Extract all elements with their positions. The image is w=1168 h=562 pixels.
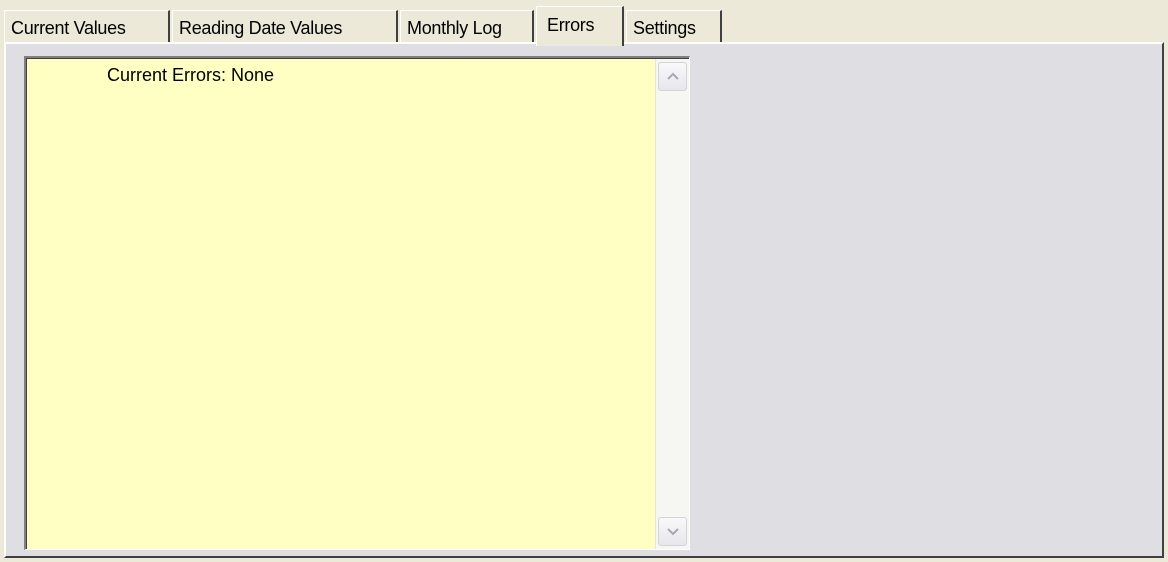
current-errors-text: Current Errors: None — [107, 65, 275, 85]
tab-reading-date-values[interactable]: Reading Date Values — [172, 10, 398, 44]
tab-settings[interactable]: Settings — [626, 10, 722, 44]
scroll-up-button[interactable] — [658, 62, 687, 91]
tab-current-values[interactable]: Current Values — [4, 10, 170, 44]
errors-text-area[interactable]: Current Errors: None — [24, 56, 690, 550]
chevron-up-icon — [667, 72, 679, 80]
tab-strip: Current Values Reading Date Values Month… — [4, 4, 1164, 46]
errors-text-area-inner: Current Errors: None — [26, 58, 689, 549]
tab-errors[interactable]: Errors — [536, 6, 624, 46]
tab-monthly-log[interactable]: Monthly Log — [400, 10, 534, 44]
errors-tab-panel: Current Errors: None — [4, 42, 1164, 558]
scroll-down-button[interactable] — [658, 517, 687, 546]
vertical-scrollbar[interactable] — [655, 59, 689, 549]
chevron-down-icon — [667, 528, 679, 536]
